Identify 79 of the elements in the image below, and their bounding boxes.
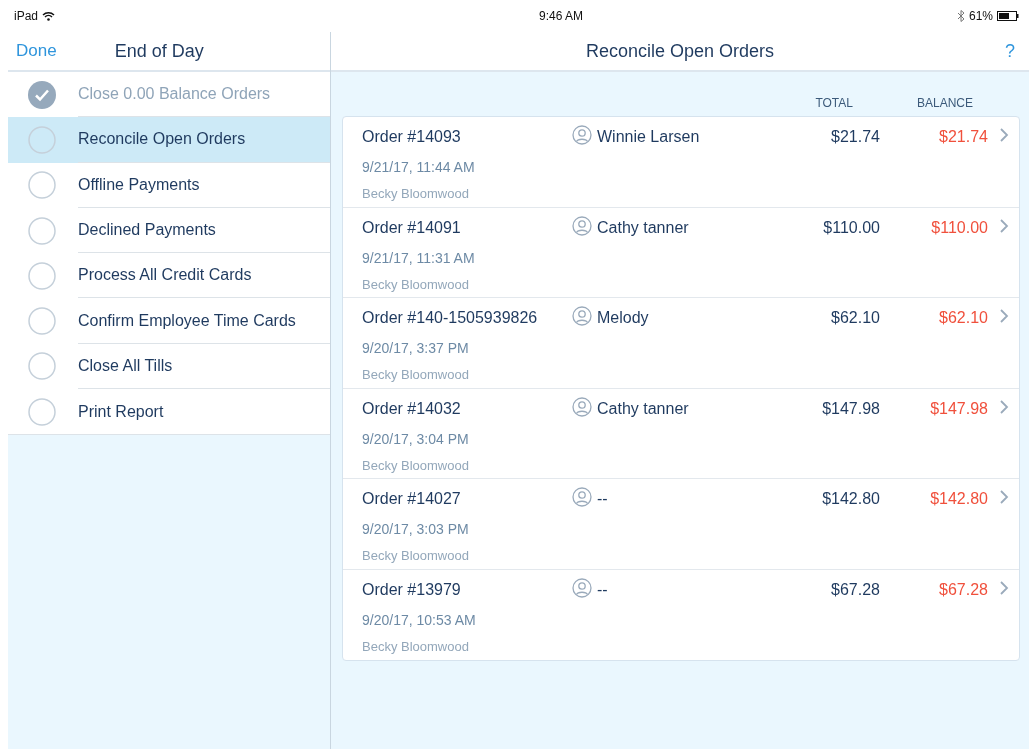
person-icon xyxy=(572,125,592,145)
order-row[interactable]: Order #140-1505939826 9/20/17, 3:37 PM Becky Bloomwood Melody $62.10 $62.10 xyxy=(343,298,1019,389)
order-number: Order #14093 xyxy=(362,127,462,147)
employee-name: Becky Bloomwood xyxy=(362,275,470,294)
order-number: Order #13979 xyxy=(362,579,462,600)
bluetooth-icon xyxy=(956,10,965,22)
order-number: Order #14027 xyxy=(362,489,462,509)
order-balance: $62.10 xyxy=(938,308,988,328)
step-label: Print Report xyxy=(78,401,164,422)
order-number: Order #14091 xyxy=(362,217,462,238)
customer-name: Winnie Larsen xyxy=(597,127,700,147)
step-label: Close 0.00 Balance Orders xyxy=(78,84,271,105)
person-icon xyxy=(572,487,592,507)
order-total: $142.80 xyxy=(821,489,880,509)
wifi-icon xyxy=(42,11,56,21)
employee-name: Becky Bloomwood xyxy=(362,547,470,565)
device-name: iPad xyxy=(14,8,39,25)
customer-name: Cathy tanner xyxy=(597,398,689,419)
step-label: Process All Credit Cards xyxy=(78,265,252,286)
order-row[interactable]: Order #14032 9/20/17, 3:04 PM Becky Bloomwood Cathy tanner $147.98 $147.98 xyxy=(343,388,1019,479)
employee-name: Becky Bloomwood xyxy=(362,456,470,475)
order-date: 9/20/17, 3:03 PM xyxy=(362,520,470,539)
person-icon xyxy=(572,215,592,236)
step-label: Confirm Employee Time Cards xyxy=(78,310,296,331)
order-row[interactable]: Order #14027 9/20/17, 3:03 PM Becky Bloomwood -- $142.80 $142.80 xyxy=(343,479,1019,570)
order-date: 9/20/17, 3:37 PM xyxy=(362,339,470,358)
chevron-right-icon xyxy=(998,398,1010,415)
step-item[interactable]: Process All Credit Cards xyxy=(8,253,330,299)
customer-name: -- xyxy=(597,489,608,509)
order-total: $147.98 xyxy=(821,398,880,419)
order-total: $110.00 xyxy=(822,217,880,238)
step-item[interactable]: Offline Payments xyxy=(8,162,330,208)
step-item[interactable]: Confirm Employee Time Cards xyxy=(8,298,330,344)
chevron-right-icon xyxy=(998,127,1010,143)
employee-name: Becky Bloomwood xyxy=(362,637,470,656)
order-balance: $110.00 xyxy=(930,217,988,238)
page-title: Reconcile Open Orders xyxy=(585,39,775,63)
sidebar-title: End of Day xyxy=(114,39,204,63)
chevron-right-icon xyxy=(998,579,1010,596)
order-balance: $21.74 xyxy=(938,127,988,147)
order-number: Order #140-1505939826 xyxy=(362,308,539,328)
person-icon xyxy=(572,306,592,326)
order-balance: $142.80 xyxy=(929,489,988,509)
order-row[interactable]: Order #14093 9/21/17, 11:44 AM Becky Bloomwood Winnie Larsen $21.74 $21.74 xyxy=(343,117,1019,208)
customer-name: Cathy tanner xyxy=(597,217,689,238)
customer-name: -- xyxy=(597,579,608,600)
step-label: Close All Tills xyxy=(78,355,173,376)
order-total: $21.74 xyxy=(830,127,880,147)
order-total: $67.28 xyxy=(830,579,880,600)
chevron-right-icon xyxy=(998,217,1010,234)
order-date: 9/21/17, 11:44 AM xyxy=(362,158,476,177)
step-item[interactable]: Close All Tills xyxy=(8,343,330,390)
order-balance: $67.28 xyxy=(938,579,988,600)
order-number: Order #14032 xyxy=(362,398,462,419)
order-balance: $147.98 xyxy=(929,398,988,419)
employee-name: Becky Bloomwood xyxy=(362,366,470,384)
step-item[interactable]: Declined Payments xyxy=(8,207,330,254)
order-row[interactable]: Order #13979 9/20/17, 10:53 AM Becky Bloomwood -- $67.28 $67.28 xyxy=(343,569,1019,660)
chevron-right-icon xyxy=(998,308,1010,324)
step-item[interactable]: Print Report xyxy=(8,389,330,435)
step-label: Offline Payments xyxy=(78,174,200,195)
status-time: 9:46 AM xyxy=(539,8,583,25)
chevron-right-icon xyxy=(998,489,1010,505)
person-icon xyxy=(572,396,592,417)
order-date: 9/20/17, 3:04 PM xyxy=(362,429,470,449)
customer-name: Melody xyxy=(597,308,649,328)
employee-name: Becky Bloomwood xyxy=(362,185,470,203)
column-header: TOTAL xyxy=(814,95,853,112)
order-date: 9/20/17, 10:53 AM xyxy=(362,610,477,630)
column-header: BALANCE xyxy=(916,95,974,112)
order-date: 9/21/17, 11:31 AM xyxy=(362,248,476,268)
order-total: $62.10 xyxy=(830,308,880,328)
step-label: Reconcile Open Orders xyxy=(78,129,246,150)
order-row[interactable]: Order #14091 9/21/17, 11:31 AM Becky Bloomwood Cathy tanner $110.00 $110.00 xyxy=(343,207,1019,298)
person-icon xyxy=(572,577,592,598)
step-item[interactable]: Reconcile Open Orders xyxy=(8,117,330,163)
step-label: Declined Payments xyxy=(78,220,216,241)
battery-icon xyxy=(997,11,1019,21)
battery-percentage: 61% xyxy=(968,8,993,25)
